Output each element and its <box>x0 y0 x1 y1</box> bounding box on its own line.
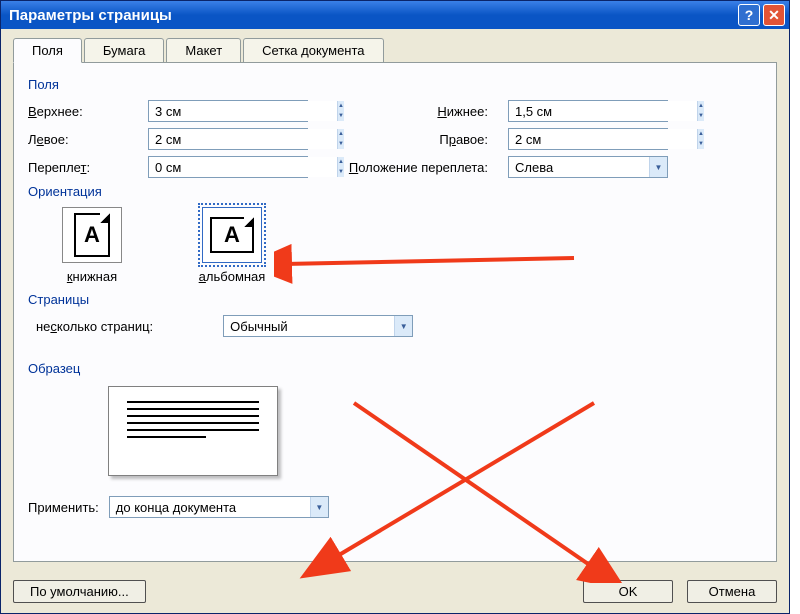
chevron-down-icon[interactable]: ▼ <box>698 111 704 121</box>
tab-strip: Поля Бумага Макет Сетка документа <box>13 37 777 62</box>
chevron-down-icon[interactable]: ▼ <box>698 139 704 149</box>
gutter-pos-combo[interactable]: Слева ▼ <box>508 156 668 178</box>
annotation-arrow-icon <box>294 383 624 583</box>
bottom-margin-field[interactable] <box>509 101 697 121</box>
bottom-margin-label: Нижнее: <box>308 104 508 119</box>
bottom-margin-input[interactable]: ▲ ▼ <box>508 100 668 122</box>
chevron-up-icon[interactable]: ▲ <box>698 101 704 111</box>
gutter-label: Переплет: <box>28 160 148 175</box>
gutter-pos-label: Положение переплета: <box>308 160 508 175</box>
left-margin-input[interactable]: ▲ ▼ <box>148 128 308 150</box>
orientation-portrait[interactable]: A книжная <box>42 207 142 284</box>
spinner-arrows[interactable]: ▲ ▼ <box>697 129 704 149</box>
top-margin-label: Верхнее: <box>28 104 148 119</box>
dialog-footer: По умолчанию... OK Отмена <box>1 572 789 613</box>
landscape-icon: A <box>202 207 262 263</box>
group-fields-title: Поля <box>28 77 762 92</box>
tab-layout[interactable]: Макет <box>166 38 241 63</box>
tab-panel-fields: Поля Верхнее: ▲ ▼ Нижнее: ▲ ▼ <box>13 62 777 562</box>
orientation-landscape[interactable]: A альбомная <box>182 207 282 284</box>
apply-value: до конца документа <box>110 500 310 515</box>
close-icon: ✕ <box>768 7 780 24</box>
annotation-arrow-icon <box>294 383 624 583</box>
multi-pages-value: Обычный <box>224 319 394 334</box>
portrait-icon: A <box>62 207 122 263</box>
right-margin-label: Правое: <box>308 132 508 147</box>
titlebar[interactable]: Параметры страницы ? ✕ <box>1 1 789 29</box>
orientation-landscape-label: альбомная <box>182 269 282 284</box>
apply-combo[interactable]: до конца документа ▼ <box>109 496 329 518</box>
close-button[interactable]: ✕ <box>763 4 785 26</box>
gutter-pos-value: Слева <box>509 160 649 175</box>
chevron-up-icon[interactable]: ▲ <box>698 129 704 139</box>
group-orientation-title: Ориентация <box>28 184 762 199</box>
chevron-down-icon[interactable]: ▼ <box>394 316 412 336</box>
help-button[interactable]: ? <box>738 4 760 26</box>
right-margin-field[interactable] <box>509 129 697 149</box>
multi-pages-combo[interactable]: Обычный ▼ <box>223 315 413 337</box>
gutter-input[interactable]: ▲ ▼ <box>148 156 308 178</box>
orientation-portrait-label: книжная <box>42 269 142 284</box>
apply-label: Применить: <box>28 500 99 515</box>
tab-grid[interactable]: Сетка документа <box>243 38 383 63</box>
preview-image <box>108 386 278 476</box>
chevron-down-icon[interactable]: ▼ <box>649 157 667 177</box>
tab-paper[interactable]: Бумага <box>84 38 164 63</box>
spinner-arrows[interactable]: ▲ ▼ <box>697 101 704 121</box>
chevron-down-icon[interactable]: ▼ <box>310 497 328 517</box>
left-margin-label: Левое: <box>28 132 148 147</box>
group-preview-title: Образец <box>28 361 762 376</box>
page-setup-dialog: Параметры страницы ? ✕ Поля Бумага Макет… <box>0 0 790 614</box>
group-pages-title: Страницы <box>28 292 762 307</box>
multi-pages-label: несколько страниц: <box>36 319 153 334</box>
tab-fields[interactable]: Поля <box>13 38 82 63</box>
right-margin-input[interactable]: ▲ ▼ <box>508 128 668 150</box>
window-title: Параметры страницы <box>9 7 735 24</box>
top-margin-input[interactable]: ▲ ▼ <box>148 100 308 122</box>
